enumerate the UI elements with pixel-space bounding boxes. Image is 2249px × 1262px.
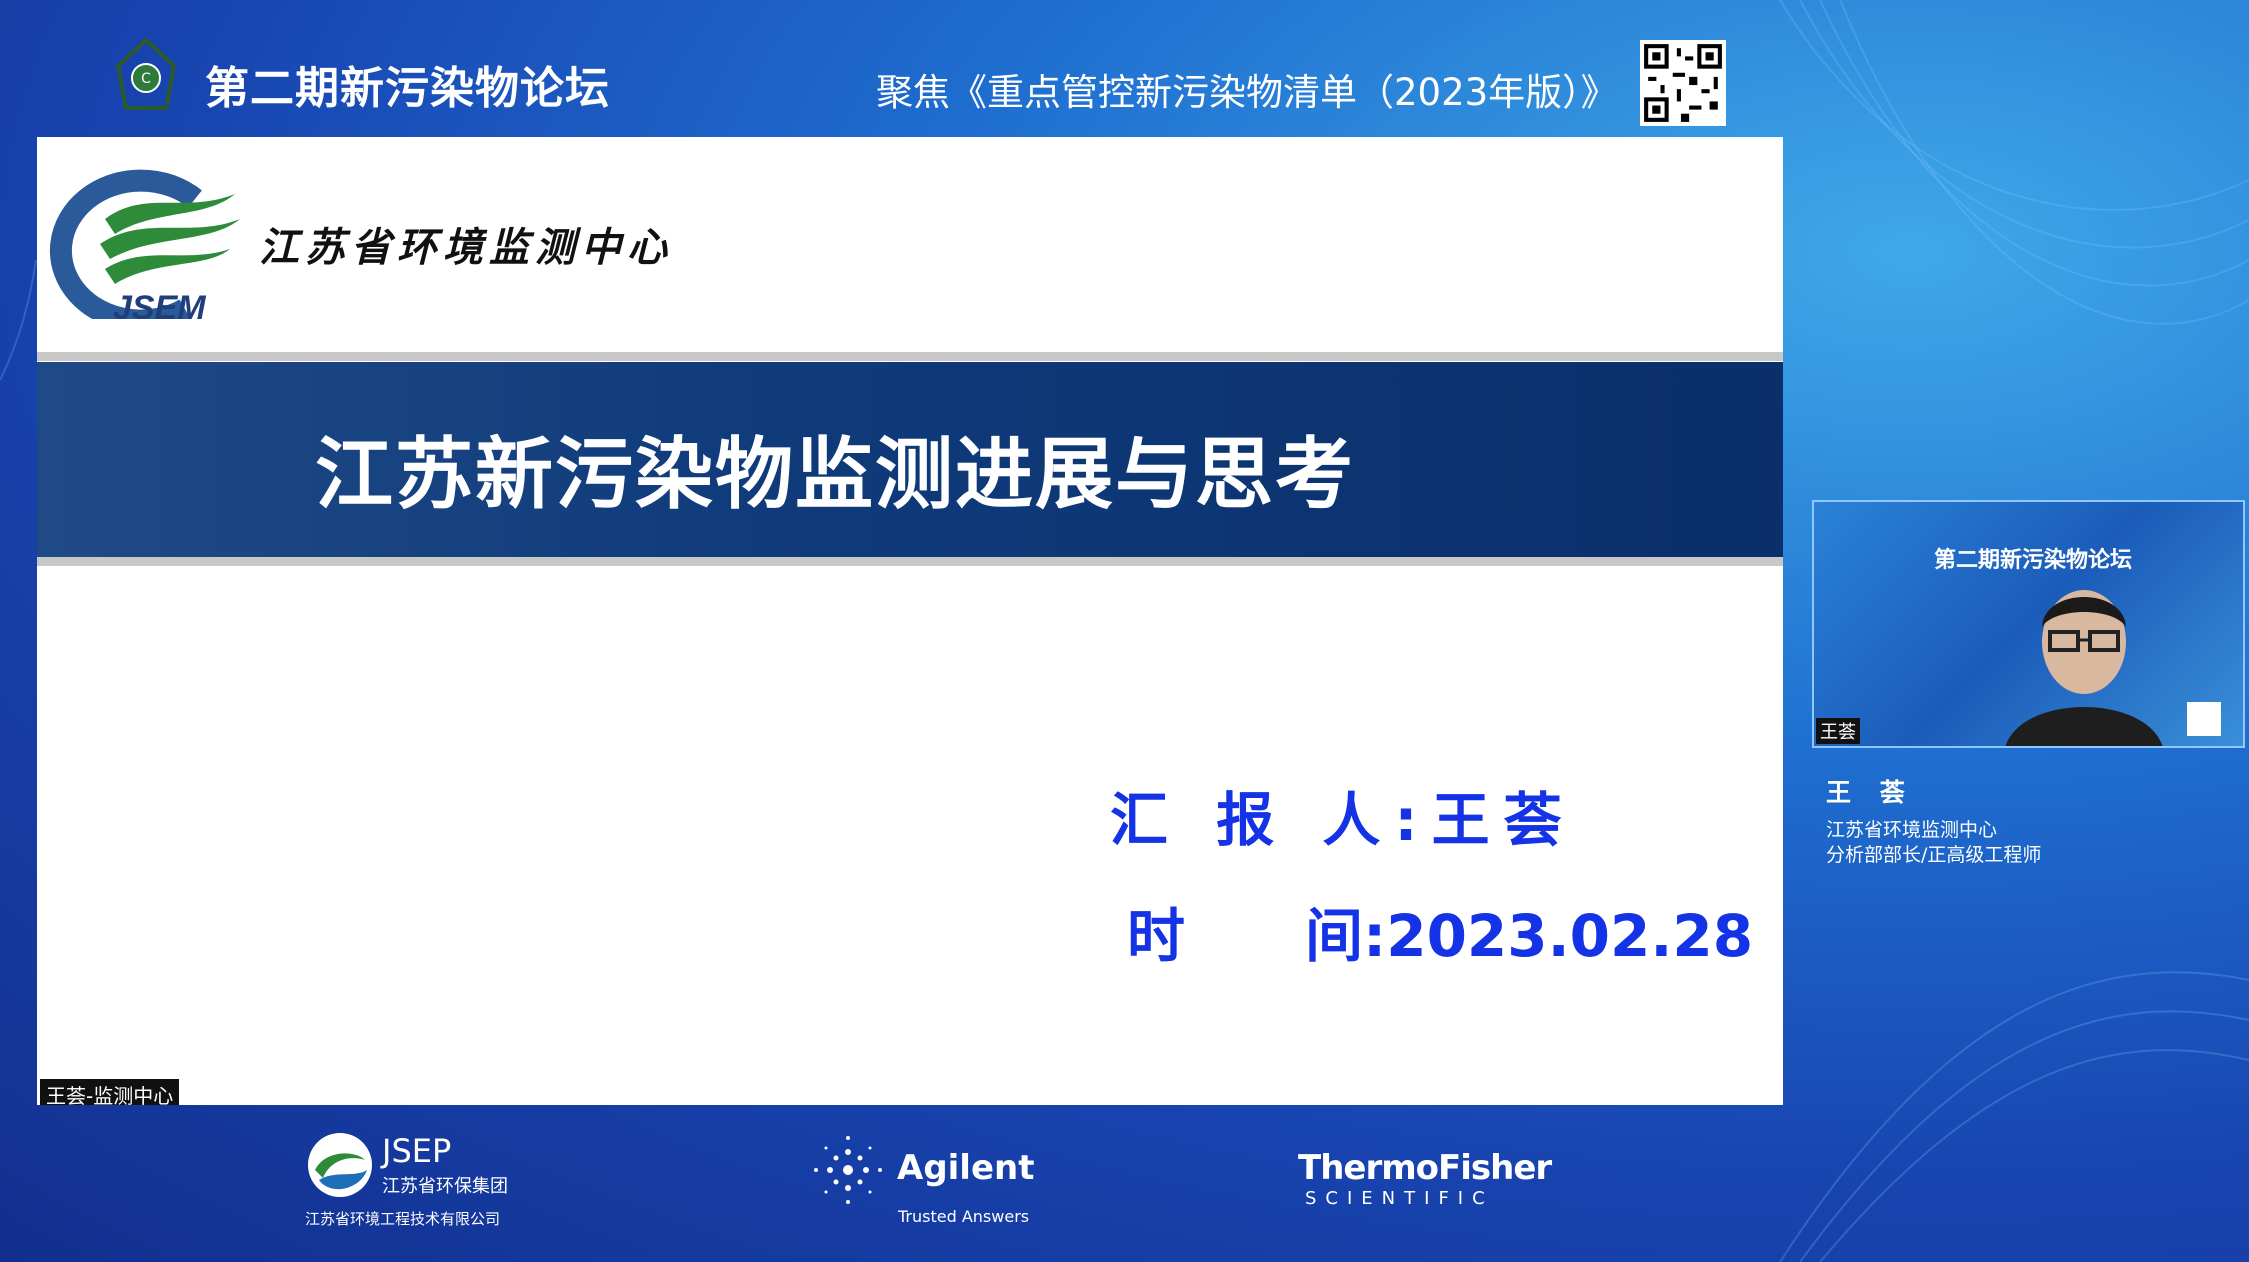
jsem-logo-icon: JSEM bbox=[49, 169, 240, 319]
svg-text:C: C bbox=[141, 71, 151, 87]
jsep-logo-icon bbox=[308, 1133, 372, 1197]
forum-title: 第二期新污染物论坛 bbox=[205, 63, 610, 114]
qr-code-icon bbox=[1640, 40, 1726, 126]
date-label-2: 间: bbox=[1305, 902, 1387, 970]
speaker-organization: 江苏省环境监测中心 bbox=[1826, 819, 1998, 841]
focus-subtitle: 聚焦《重点管控新污染物清单（2023年版）》 bbox=[876, 71, 1618, 114]
reporter-name: 王荟 bbox=[1431, 786, 1576, 854]
jsep-group-name: 江苏省环保集团 bbox=[382, 1176, 508, 1197]
date-value: 2023.02.28 bbox=[1386, 902, 1754, 970]
divider-top bbox=[37, 352, 1783, 361]
speaker-role: 分析部部长/正高级工程师 bbox=[1826, 844, 2042, 866]
agilent-name: Agilent bbox=[897, 1148, 1035, 1188]
date-line: 时 间:2023.02.28 bbox=[1127, 889, 1753, 973]
slide-title: 江苏新污染物监测进展与思考 bbox=[314, 430, 1355, 520]
video-name-tag: 王荟 bbox=[1816, 718, 1860, 744]
participant-name-tag: 王荟-监测中心 bbox=[40, 1079, 180, 1105]
video-forum-title: 第二期新污染物论坛 bbox=[1934, 548, 2133, 573]
thermofisher-name: ThermoFisher bbox=[1298, 1148, 1552, 1188]
reporter-label: 汇 报 人: bbox=[1110, 786, 1432, 854]
agilent-spark-icon bbox=[814, 1136, 882, 1204]
reporter-line: 汇 报 人:王荟 bbox=[1110, 773, 1576, 857]
forum-emblem-icon: C bbox=[115, 38, 177, 110]
jsem-logo-text: JSEM bbox=[113, 289, 206, 319]
speaker-figure bbox=[2005, 590, 2163, 746]
jsep-company: 江苏省环境工程技术有限公司 bbox=[305, 1210, 501, 1228]
presentation-slide: JSEM 江苏省环境监测中心 江苏新污染物监测进展与思考 汇 报 人:王荟 时 间… bbox=[37, 137, 1783, 1105]
video-qr-icon bbox=[2187, 702, 2221, 736]
speaker-name: 王 荟 bbox=[1826, 778, 1915, 807]
thermofisher-sub: SCIENTIFIC bbox=[1305, 1188, 1494, 1209]
date-label-1: 时 bbox=[1127, 902, 1186, 970]
jsep-name: JSEP bbox=[382, 1132, 452, 1170]
divider-bottom bbox=[37, 557, 1783, 566]
org-name: 江苏省环境监测中心 bbox=[259, 224, 673, 271]
speaker-video[interactable]: 第二期新污染物论坛 王荟 bbox=[1812, 500, 2245, 748]
agilent-tagline: Trusted Answers bbox=[898, 1207, 1030, 1226]
